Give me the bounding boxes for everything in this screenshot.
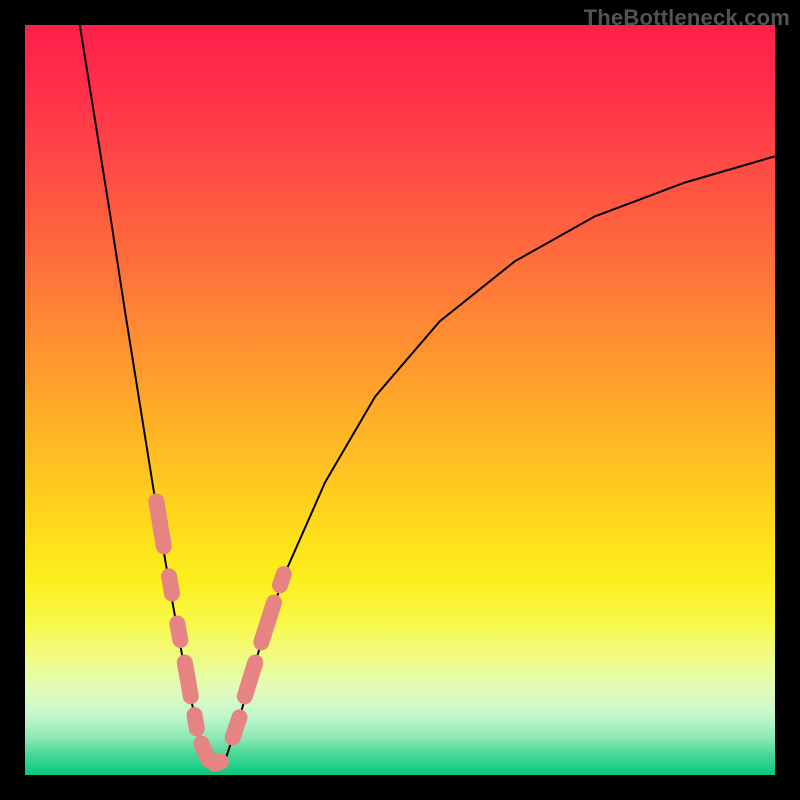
- datapoint-capsule: [233, 717, 240, 737]
- datapoint-capsules: [156, 501, 283, 764]
- datapoint-capsule: [156, 501, 164, 546]
- series-right-curve: [225, 156, 775, 760]
- curve-lines: [80, 25, 775, 760]
- chart-svg: [25, 25, 775, 775]
- chart-container: TheBottleneck.com: [0, 0, 800, 800]
- plot-area: [25, 25, 775, 775]
- datapoint-capsule: [201, 744, 209, 761]
- datapoint-capsule: [195, 715, 197, 729]
- datapoint-capsule: [245, 663, 256, 697]
- datapoint-capsule: [177, 624, 180, 641]
- watermark-text: TheBottleneck.com: [584, 5, 790, 31]
- datapoint-capsule: [280, 574, 284, 585]
- datapoint-capsule: [185, 663, 191, 697]
- series-left-curve: [80, 25, 205, 760]
- datapoint-capsule: [215, 762, 221, 764]
- datapoint-capsule: [169, 576, 172, 593]
- datapoint-capsule: [261, 603, 274, 643]
